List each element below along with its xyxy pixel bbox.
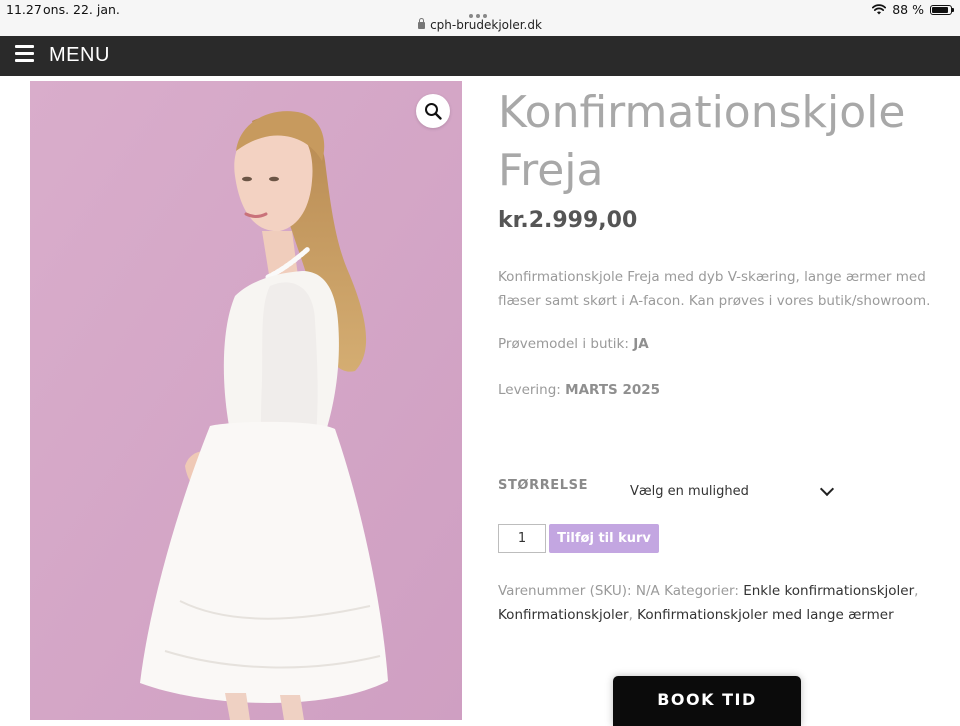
- product-price: kr.2.999,00: [498, 208, 638, 233]
- levering-line: Levering: MARTS 2025: [498, 382, 660, 398]
- product-title: Konfirmationskjole Freja: [498, 87, 906, 196]
- add-to-cart-button[interactable]: Tilføj til kurv: [549, 524, 659, 553]
- product-meta: Varenummer (SKU): N/A Kategorier: Enkle …: [498, 583, 919, 623]
- proevemodel-label: Prøvemodel i butik:: [498, 336, 634, 352]
- size-select[interactable]: Vælg en mulighed: [622, 479, 838, 503]
- zoom-button[interactable]: [416, 94, 450, 128]
- status-time: 11.27: [6, 2, 42, 17]
- categories-label: Kategorier:: [664, 583, 739, 599]
- site-header: MENU: [0, 36, 960, 76]
- product-description: Konfirmationskjole Freja med dyb V-skæri…: [498, 269, 931, 309]
- wifi-icon: [872, 4, 887, 15]
- ios-status-bar: 11.27 ons. 22. jan. cph-brudekjoler.dk 8…: [0, 0, 960, 36]
- battery-icon: [930, 4, 954, 15]
- category-link[interactable]: Konfirmationskjoler med lange ærmer: [637, 607, 894, 623]
- category-link[interactable]: Enkle konfirmationskjoler: [743, 583, 914, 599]
- category-link[interactable]: Konfirmationskjoler: [498, 607, 629, 623]
- proevemodel-value: JA: [633, 336, 649, 352]
- size-label: STØRRELSE: [498, 478, 589, 493]
- size-select-value: Vælg en mulighed: [630, 483, 749, 499]
- more-dots-icon[interactable]: [469, 5, 491, 18]
- sku-label: Varenummer (SKU):: [498, 583, 632, 599]
- menu-button[interactable]: MENU: [49, 44, 110, 67]
- levering-value: MARTS 2025: [565, 382, 661, 398]
- search-icon: [425, 103, 442, 120]
- product-image[interactable]: [30, 81, 462, 720]
- levering-label: Levering:: [498, 382, 566, 398]
- chevron-down-icon: [819, 481, 835, 496]
- address-bar[interactable]: cph-brudekjoler.dk: [0, 18, 960, 32]
- status-right: 88 %: [872, 2, 954, 17]
- book-tid-button[interactable]: BOOK TID: [613, 676, 801, 726]
- lock-icon: [418, 18, 426, 29]
- quantity-input[interactable]: 1: [498, 524, 546, 553]
- sku-value: N/A: [635, 583, 660, 599]
- hamburger-icon[interactable]: [15, 45, 34, 62]
- address-url[interactable]: cph-brudekjoler.dk: [430, 18, 542, 32]
- proevemodel-line: Prøvemodel i butik: JA: [498, 336, 649, 352]
- status-date: ons. 22. jan.: [43, 2, 120, 17]
- dress-photo: [30, 81, 462, 720]
- battery-percent: 88 %: [892, 2, 924, 17]
